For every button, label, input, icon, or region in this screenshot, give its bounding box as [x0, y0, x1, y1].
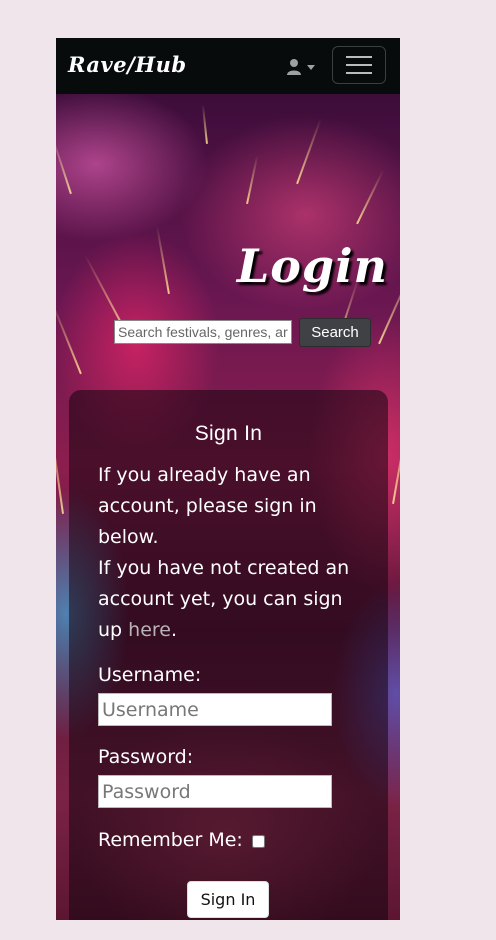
signin-intro: If you already have an account, please s…: [98, 460, 368, 646]
remember-me-checkbox[interactable]: [252, 835, 265, 848]
user-icon: [287, 59, 301, 75]
hero-background: Login Search Sign In If you already have…: [56, 94, 400, 920]
signup-link[interactable]: here: [128, 619, 171, 641]
hamburger-icon-line: [346, 56, 372, 58]
hamburger-icon-line: [346, 64, 372, 66]
navbar: Rave/Hub: [56, 38, 400, 94]
remember-me-label: Remember Me:: [98, 829, 243, 851]
intro-new-account: If you have not created an account yet, …: [98, 553, 368, 646]
password-field[interactable]: [98, 775, 332, 808]
hamburger-icon-line: [346, 72, 372, 74]
username-field[interactable]: [98, 693, 332, 726]
intro-existing-account: If you already have an account, please s…: [98, 464, 317, 548]
signin-card: Sign In If you already have an account, …: [69, 390, 388, 920]
menu-toggle-button[interactable]: [332, 46, 386, 84]
search-button[interactable]: Search: [299, 318, 371, 347]
username-label: Username:: [98, 664, 202, 686]
app-viewport: Login Search Sign In If you already have…: [56, 38, 400, 920]
password-label: Password:: [98, 746, 194, 768]
brand-logo[interactable]: Rave/Hub: [68, 52, 187, 77]
caret-down-icon: [307, 64, 315, 70]
sign-in-button[interactable]: Sign In: [187, 881, 269, 918]
user-menu-dropdown[interactable]: [286, 56, 322, 78]
search-input[interactable]: [114, 320, 292, 344]
signin-heading: Sign In: [194, 422, 263, 445]
page-title: Login: [236, 239, 388, 293]
intro-period: .: [170, 619, 178, 641]
